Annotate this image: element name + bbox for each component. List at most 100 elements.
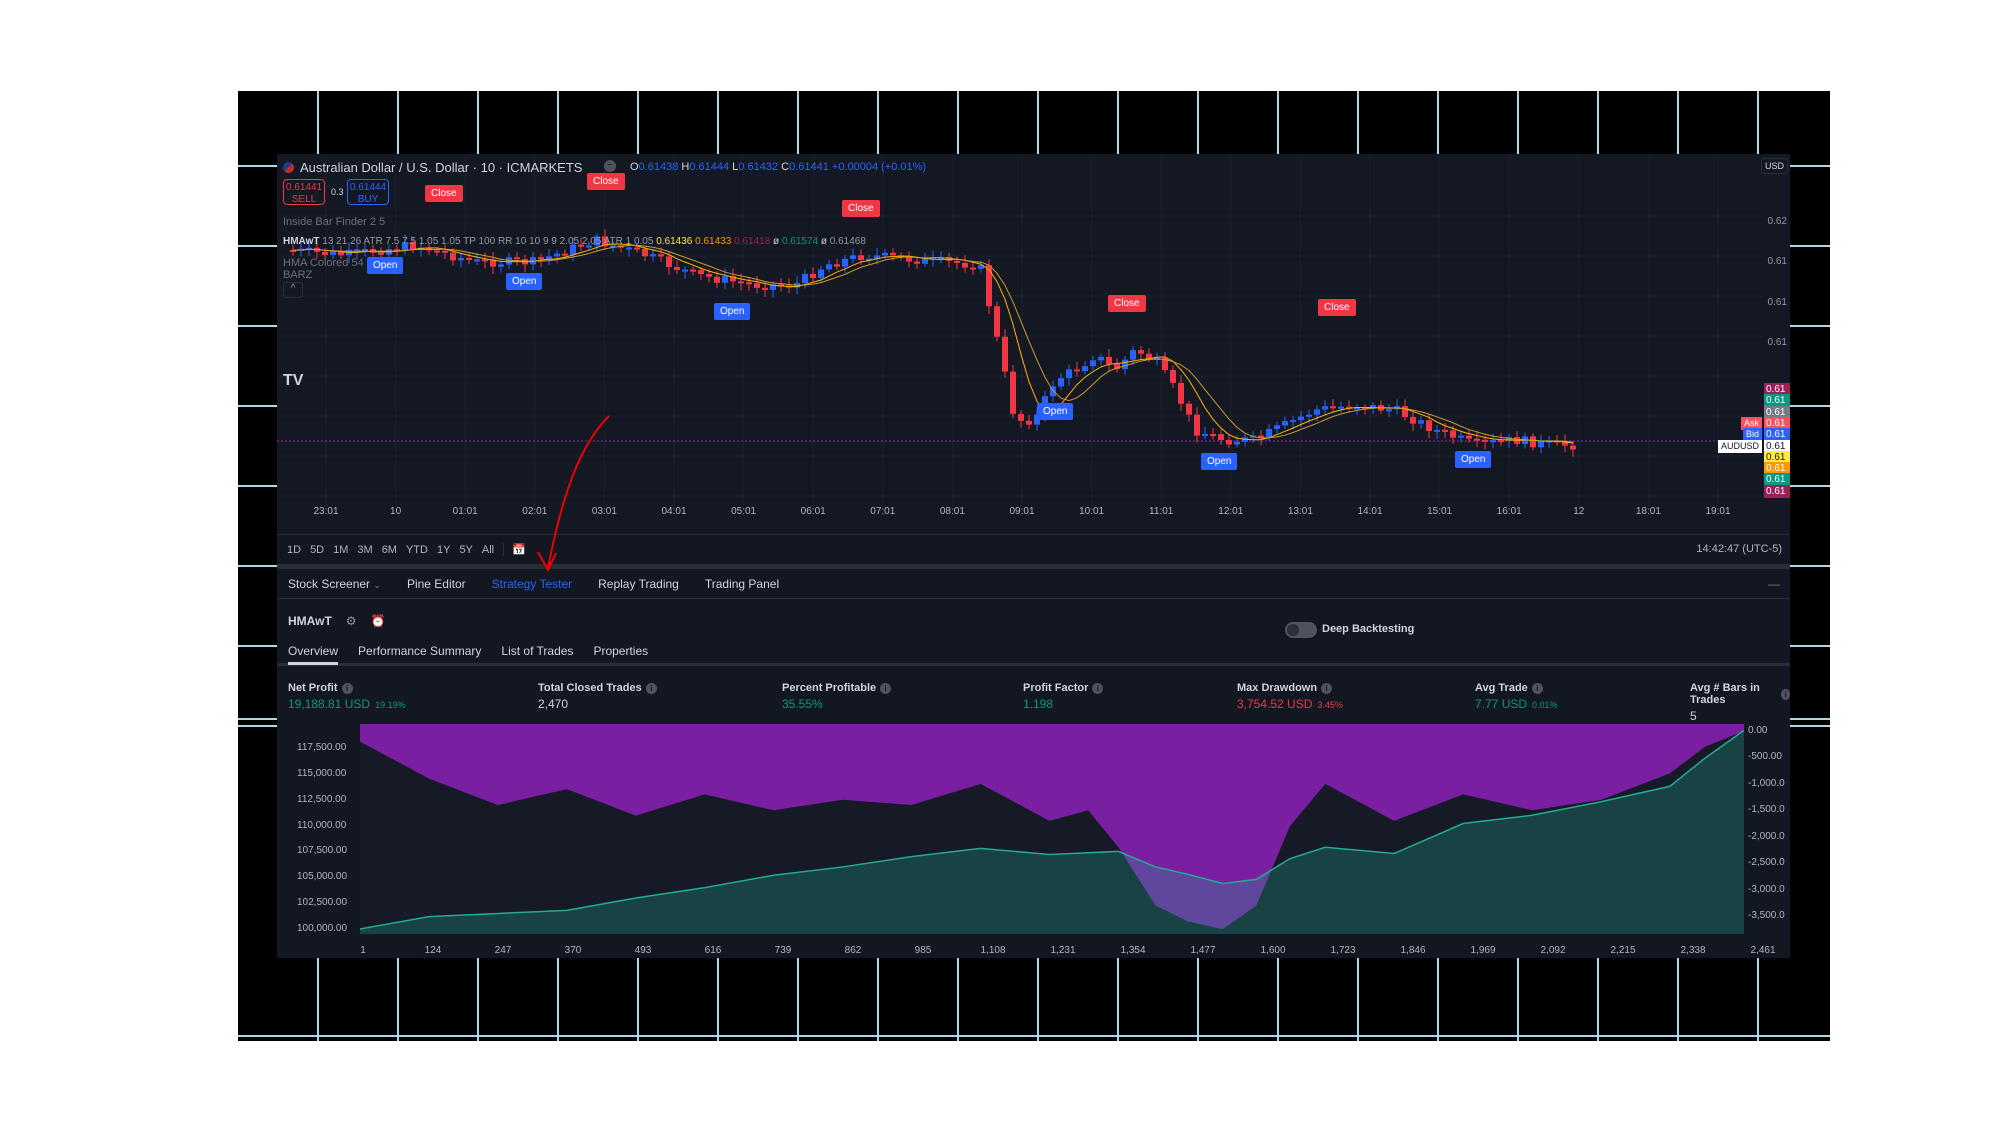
- frame-line: [1757, 91, 1759, 154]
- buy-button[interactable]: 0.61444 BUY: [347, 179, 389, 205]
- indicator-inside-bar[interactable]: Inside Bar Finder 2 5: [283, 216, 385, 228]
- strategy-header: HMAwT ⚙ ⏰: [288, 614, 386, 628]
- info-icon[interactable]: i: [341, 682, 353, 694]
- frame-line: [1790, 725, 1830, 727]
- candle: [914, 258, 920, 269]
- candle: [522, 254, 528, 273]
- frame-line: [637, 91, 639, 154]
- metric-profit-factor: Profit Factor i 1.198: [1023, 682, 1104, 711]
- collapse-icon[interactable]: −: [604, 160, 616, 172]
- indicator-value: 0.61433: [695, 236, 732, 247]
- tab-pine-editor[interactable]: Pine Editor: [407, 577, 466, 591]
- candle: [674, 260, 680, 275]
- info-icon[interactable]: i: [880, 682, 892, 694]
- subtab-performance-summary[interactable]: Performance Summary: [358, 644, 481, 658]
- time-label: 11:01: [1149, 506, 1174, 517]
- time-axis[interactable]: 23:01 10 01:01 02:01 03:01 04:01 05:01 06:01 07:…: [277, 506, 1767, 530]
- open-trade-label: Open: [714, 303, 751, 320]
- metric-net-profit: Net Profit i 19,188.81 USD 19.19%: [288, 682, 406, 711]
- time-label: 03:01: [591, 506, 617, 517]
- strategy-subtabs: Overview Performance Summary List of Tra…: [277, 638, 1790, 666]
- trade-number-label: 1,846: [1400, 945, 1426, 956]
- range-1y[interactable]: 1Y: [437, 544, 450, 556]
- frame-line: [1037, 91, 1039, 154]
- high-value: 0.61444: [689, 161, 730, 173]
- price-chart[interactable]: Australian Dollar / U.S. Dollar · 10 · I…: [277, 154, 1790, 534]
- subtab-overview[interactable]: Overview: [288, 644, 339, 665]
- indicator-barz[interactable]: BARZ: [283, 269, 312, 281]
- sell-button[interactable]: 0.61441 SELL: [283, 179, 325, 205]
- trade-number-label: 1,600: [1260, 945, 1286, 956]
- settings-icon[interactable]: ⚙: [346, 614, 357, 628]
- tab-stock-screener[interactable]: Stock Screener ⌄: [288, 577, 381, 591]
- info-icon[interactable]: i: [1092, 682, 1104, 694]
- candle: [1090, 355, 1096, 371]
- equity-axis-label: 107,500.00: [297, 845, 348, 857]
- frame-line: [1677, 91, 1679, 154]
- indicator-name: HMAwT: [283, 236, 320, 247]
- time-label: 12: [1573, 506, 1585, 517]
- indicator-hma-colored[interactable]: HMA Colored 54: [283, 257, 364, 269]
- sell-label: SELL: [291, 194, 317, 205]
- strategy-name: HMAwT: [288, 614, 332, 628]
- price-label: 0.61: [1767, 337, 1787, 348]
- tab-strategy-tester[interactable]: Strategy Tester: [492, 577, 572, 591]
- info-icon[interactable]: i: [1531, 682, 1543, 694]
- candle: [826, 259, 832, 273]
- range-ytd[interactable]: YTD: [406, 544, 428, 556]
- candle: [1530, 433, 1536, 451]
- range-1m[interactable]: 1M: [333, 544, 348, 556]
- info-icon[interactable]: i: [1321, 682, 1333, 694]
- time-label: 08:01: [939, 506, 965, 517]
- alarm-icon[interactable]: ⏰: [371, 614, 386, 628]
- range-3m[interactable]: 3M: [357, 544, 372, 556]
- calendar-goto-icon[interactable]: 📅: [503, 543, 526, 556]
- symbol-header[interactable]: Australian Dollar / U.S. Dollar · 10 · I…: [283, 160, 582, 175]
- candle: [1322, 400, 1328, 415]
- drawdown-axis-label: -1,000.0: [1748, 777, 1785, 789]
- range-5d[interactable]: 5D: [310, 544, 324, 556]
- metric-value: 2,470: [538, 697, 569, 711]
- frame-line: [397, 91, 399, 154]
- collapse-legend-button[interactable]: ^: [283, 282, 303, 298]
- minimize-panel-button[interactable]: —: [1768, 577, 1780, 591]
- price-marker-label: AUDUSD: [1717, 439, 1762, 453]
- trade-number-label: 1,354: [1120, 945, 1146, 956]
- deep-backtesting-toggle[interactable]: [1285, 622, 1317, 638]
- range-all[interactable]: All: [482, 544, 494, 556]
- candle: [1394, 399, 1400, 415]
- frame-line: [1790, 325, 1830, 327]
- candle: [1138, 346, 1144, 360]
- indicator-hmawt[interactable]: HMAwT 13 21 26 ATR 7.5 7.5 1.05 1.05 TP …: [283, 236, 866, 247]
- range-6m[interactable]: 6M: [382, 544, 397, 556]
- range-1d[interactable]: 1D: [287, 544, 301, 556]
- range-5y[interactable]: 5Y: [459, 544, 472, 556]
- drawdown-axis-label: 0.00: [1748, 725, 1768, 736]
- frame-line: [877, 91, 879, 154]
- clock[interactable]: 14:42:47 (UTC-5): [1696, 543, 1782, 555]
- trade-number-label: 616: [704, 945, 722, 956]
- frame-line: [1597, 91, 1599, 154]
- candle: [490, 252, 496, 274]
- spread-value: 0.3: [331, 187, 344, 197]
- subtab-list-of-trades[interactable]: List of Trades: [501, 644, 573, 658]
- trade-number-label: 1: [360, 945, 366, 956]
- tab-trading-panel[interactable]: Trading Panel: [705, 577, 779, 591]
- time-label: 05:01: [731, 506, 757, 517]
- c-label: C: [781, 161, 790, 173]
- subtab-properties[interactable]: Properties: [593, 644, 648, 658]
- frame-line: [1790, 565, 1830, 567]
- frame-line: [1517, 91, 1519, 154]
- candle: [778, 278, 784, 292]
- candle: [458, 252, 464, 268]
- candle: [1554, 434, 1560, 446]
- equity-chart[interactable]: [277, 724, 1790, 958]
- indicator-value: ø: [773, 236, 780, 247]
- open-trade-label: Open: [506, 273, 543, 290]
- candle: [906, 251, 912, 268]
- equity-axis-label: 105,000.00: [297, 871, 348, 883]
- price-axis[interactable]: 0.62 0.61 0.61 0.61 0.61 0.61 0.61 0.61 0.61 0.61…: [1762, 154, 1790, 534]
- tab-replay-trading[interactable]: Replay Trading: [598, 577, 679, 591]
- info-icon[interactable]: i: [1781, 688, 1790, 700]
- info-icon[interactable]: i: [645, 682, 657, 694]
